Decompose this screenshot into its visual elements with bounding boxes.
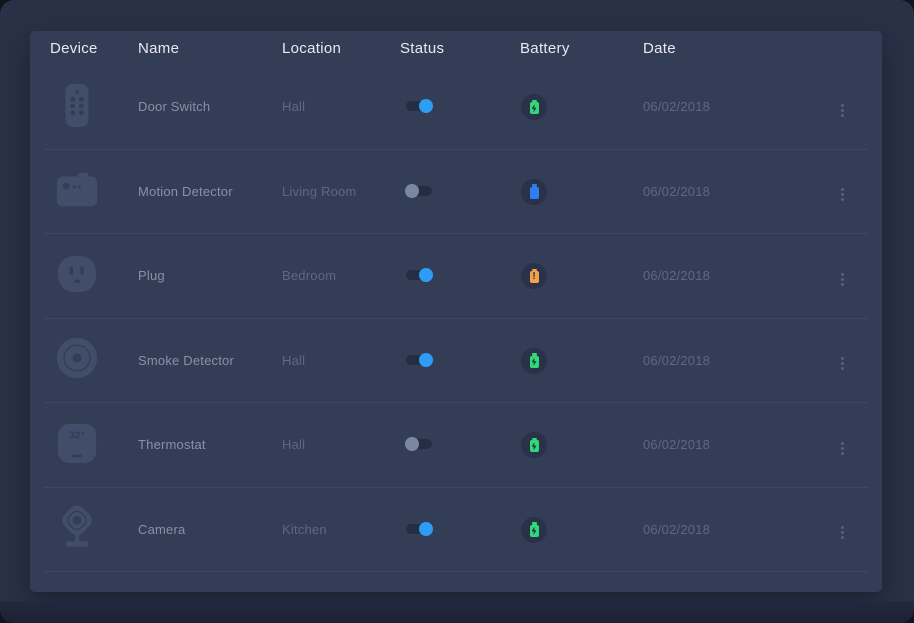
column-header-battery: Battery (520, 40, 643, 57)
status-toggle[interactable] (406, 101, 432, 111)
device-location: Hall (282, 353, 305, 368)
device-location: Living Room (282, 184, 356, 199)
device-name: Camera (138, 522, 185, 537)
battery-badge (521, 517, 547, 543)
kebab-menu-icon[interactable] (837, 100, 848, 121)
kebab-menu-icon[interactable] (837, 353, 848, 374)
column-header-date: Date (643, 40, 822, 57)
device-name: Motion Detector (138, 184, 233, 199)
kebab-menu-icon[interactable] (837, 522, 848, 543)
column-header-location: Location (282, 40, 400, 57)
battery-icon (530, 440, 539, 452)
battery-icon (530, 525, 539, 537)
status-toggle[interactable] (406, 524, 432, 534)
device-date: 06/02/2018 (643, 99, 710, 114)
device-date: 06/02/2018 (643, 184, 710, 199)
device-date: 06/02/2018 (643, 437, 710, 452)
battery-icon (530, 187, 539, 199)
device-location: Bedroom (282, 268, 336, 283)
device-name: Smoke Detector (138, 353, 234, 368)
status-toggle[interactable] (406, 270, 432, 280)
device-location: Hall (282, 437, 305, 452)
toggle-knob (419, 99, 433, 113)
kebab-menu-icon[interactable] (837, 184, 848, 205)
camera-icon (54, 503, 100, 551)
toggle-knob (405, 184, 419, 198)
table-header-row: Device Name Location Status Battery Date (44, 31, 868, 65)
app-background: Device Name Location Status Battery Date… (0, 0, 914, 623)
device-name: Plug (138, 268, 165, 283)
remote-icon (54, 81, 100, 129)
column-header-device: Device (50, 40, 138, 57)
table-row: Camera Kitchen 06/02/2018 (44, 488, 868, 573)
table-row: Motion Detector Living Room 06/02/2018 (44, 150, 868, 235)
kebab-menu-icon[interactable] (837, 438, 848, 459)
device-date: 06/02/2018 (643, 522, 710, 537)
plug-icon (54, 250, 100, 298)
device-location: Hall (282, 99, 305, 114)
toggle-knob (419, 353, 433, 367)
device-name: Thermostat (138, 437, 206, 452)
toggle-knob (419, 522, 433, 536)
battery-badge (521, 348, 547, 374)
device-table-card: Device Name Location Status Battery Date… (30, 31, 882, 592)
table-row: 32° Thermostat Hall 06/02/2018 (44, 403, 868, 488)
battery-badge (521, 94, 547, 120)
thermostat-icon: 32° (54, 419, 100, 467)
toggle-knob (405, 437, 419, 451)
column-header-status: Status (400, 40, 520, 57)
status-toggle[interactable] (406, 439, 432, 449)
battery-badge (521, 179, 547, 205)
table-row: Plug Bedroom 06/02/2018 (44, 234, 868, 319)
device-location: Kitchen (282, 522, 327, 537)
table-row: Door Switch Hall 06/02/2018 (44, 65, 868, 150)
toggle-knob (419, 268, 433, 282)
device-date: 06/02/2018 (643, 353, 710, 368)
bottom-edge-bar (0, 601, 914, 623)
battery-icon (530, 102, 539, 114)
motion-detector-icon (54, 165, 100, 213)
battery-icon (530, 271, 539, 283)
battery-icon (530, 356, 539, 368)
device-name: Door Switch (138, 99, 210, 114)
battery-badge (521, 432, 547, 458)
device-date: 06/02/2018 (643, 268, 710, 283)
svg-text:32°: 32° (69, 430, 84, 441)
smoke-detector-icon (54, 334, 100, 382)
status-toggle[interactable] (406, 355, 432, 365)
kebab-menu-icon[interactable] (837, 269, 848, 290)
battery-badge (521, 263, 547, 289)
table-row: Smoke Detector Hall 06/02/2018 (44, 319, 868, 404)
device-table-body: Door Switch Hall 06/02/2018 Motion Det (44, 65, 868, 572)
status-toggle[interactable] (406, 186, 432, 196)
column-header-name: Name (138, 40, 282, 57)
